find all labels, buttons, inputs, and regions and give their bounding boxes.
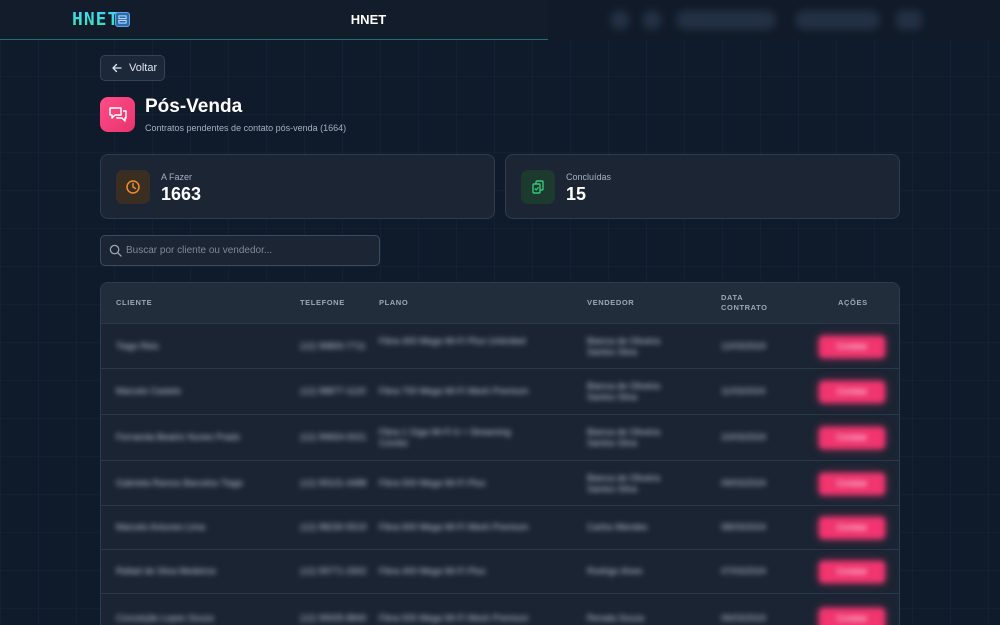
cell-data-contrato: 10/03/2024 bbox=[721, 432, 767, 442]
contracts-table: CLIENTE TELEFONE PLANO VENDEDOR DATA CON… bbox=[100, 282, 900, 625]
cell-cliente: Gabriela Ramos Barcelos Tiago bbox=[116, 478, 244, 488]
cell-telefone: (12) 98877-1120 bbox=[300, 386, 366, 396]
table-row[interactable]: Tiago Reis (12) 99800-7711 Fibra 400 Mega … bbox=[101, 323, 899, 368]
cell-cliente: Conceição Lopes Souza bbox=[116, 613, 214, 623]
table-row[interactable]: Gabriela Ramos Barcelos Tiago (12) 99101-… bbox=[101, 460, 899, 505]
table-row[interactable]: Marcelo Castelo (12) 98877-1120 Fibra 700 … bbox=[101, 368, 899, 414]
contact-button[interactable]: Contatar bbox=[819, 427, 885, 449]
contact-button[interactable]: Contatar bbox=[819, 561, 885, 583]
table-row[interactable]: Conceição Lopes Souza (12) 99005-8840 Fibr… bbox=[101, 593, 899, 625]
copy-check-icon bbox=[521, 170, 555, 204]
back-button-label: Voltar bbox=[129, 62, 158, 74]
contact-button[interactable]: Contatar bbox=[819, 381, 885, 403]
contact-button[interactable]: Contatar bbox=[819, 608, 885, 625]
cell-vendedor: Carlos Mendes bbox=[587, 522, 648, 532]
page-subtitle: Contratos pendentes de contato pós-venda… bbox=[145, 123, 347, 133]
cell-plano: Fibra 500 Mega Wi-Fi Mesh Premium bbox=[379, 613, 529, 623]
cell-data-contrato: 08/03/2024 bbox=[721, 522, 767, 532]
cell-vendedor: Bianca de Oliveira Santos Silva bbox=[587, 427, 661, 448]
cell-vendedor: Bianca de Oliveira Santos Silva bbox=[587, 381, 661, 402]
cell-data-contrato: 12/03/2024 bbox=[721, 341, 767, 351]
cell-telefone: (12) 99101-4488 bbox=[300, 478, 367, 488]
contact-button[interactable]: Contatar bbox=[819, 473, 885, 495]
cell-cliente: Tiago Reis bbox=[116, 341, 159, 351]
cell-vendedor: Bianca de Oliveira Santos Silva bbox=[587, 336, 661, 357]
cell-telefone: (12) 99654-0021 bbox=[300, 432, 367, 442]
contact-button[interactable]: Contatar bbox=[819, 336, 885, 358]
clock-icon bbox=[116, 170, 150, 204]
cell-vendedor: Rodrigo Alves bbox=[587, 566, 643, 576]
table-row[interactable]: Fernanda Beatriz Nunes Prado (12) 99654-0… bbox=[101, 414, 899, 460]
cell-cliente: Marcelo Castelo bbox=[116, 386, 182, 396]
column-header-vendedor[interactable]: VENDEDOR bbox=[587, 298, 634, 308]
search-input[interactable] bbox=[126, 236, 376, 265]
column-header-telefone[interactable]: TELEFONE bbox=[300, 298, 345, 308]
cell-data-contrato: 06/03/2024 bbox=[721, 613, 767, 623]
contact-button[interactable]: Contatar bbox=[819, 517, 885, 539]
column-header-data-contrato[interactable]: DATA CONTRATO bbox=[721, 293, 781, 313]
search-box[interactable] bbox=[100, 235, 380, 266]
top-navbar: HNET HNET bbox=[0, 0, 1000, 40]
cell-vendedor: Bianca de Oliveira Santos Silva bbox=[587, 473, 661, 494]
cell-data-contrato: 11/03/2024 bbox=[721, 386, 766, 396]
cell-data-contrato: 09/03/2024 bbox=[721, 478, 767, 488]
table-header: CLIENTE TELEFONE PLANO VENDEDOR DATA CON… bbox=[101, 283, 899, 323]
column-header-cliente[interactable]: CLIENTE bbox=[116, 298, 152, 308]
column-header-plano[interactable]: PLANO bbox=[379, 298, 408, 308]
cell-plano: Fibra 400 Mega Wi-Fi Plus bbox=[379, 566, 486, 576]
cell-plano: Fibra 1 Giga Wi-Fi 6 + Streaming Combo bbox=[379, 427, 511, 448]
back-button[interactable]: Voltar bbox=[100, 55, 165, 81]
table-row[interactable]: Rafael de Silva Medeiros (12) 99771-3302 F… bbox=[101, 549, 899, 593]
column-header-acoes: AÇÕES bbox=[838, 298, 868, 307]
user-toolbar-blurred[interactable] bbox=[600, 8, 1000, 32]
cell-cliente: Marcelo Antunes Lima bbox=[116, 522, 206, 532]
cell-vendedor: Renata Souza bbox=[587, 613, 645, 623]
cell-plano: Fibra 400 Mega Wi-Fi Plus Unlimited bbox=[379, 336, 526, 346]
stat-label: Concluídas bbox=[566, 172, 612, 182]
chat-bubbles-icon bbox=[100, 97, 135, 132]
cell-telefone: (12) 99800-7711 bbox=[300, 341, 366, 351]
cell-data-contrato: 07/03/2024 bbox=[721, 566, 767, 576]
cell-telefone: (12) 99005-8840 bbox=[300, 613, 367, 623]
arrow-left-icon bbox=[112, 63, 122, 73]
cell-cliente: Fernanda Beatriz Nunes Prado bbox=[116, 432, 241, 442]
stat-card-concluidas: Concluídas 15 bbox=[505, 154, 900, 219]
search-icon bbox=[109, 244, 122, 257]
stat-value: 1663 bbox=[161, 184, 202, 204]
page-title: Pós-Venda bbox=[145, 96, 243, 117]
table-row[interactable]: Marcelo Antunes Lima (12) 98230-5519 Fibra… bbox=[101, 505, 899, 549]
stat-label: A Fazer bbox=[161, 172, 193, 182]
cell-plano: Fibra 600 Mega Wi-Fi Mesh Premium bbox=[379, 522, 529, 532]
cell-plano: Fibra 700 Mega Wi-Fi Mesh Premium bbox=[379, 386, 529, 396]
stat-card-a-fazer: A Fazer 1663 bbox=[100, 154, 495, 219]
cell-plano: Fibra 500 Mega Wi-Fi Plus bbox=[379, 478, 486, 488]
cell-cliente: Rafael de Silva Medeiros bbox=[116, 566, 217, 576]
cell-telefone: (12) 99771-3302 bbox=[300, 566, 367, 576]
stat-value: 15 bbox=[566, 184, 587, 204]
cell-telefone: (12) 98230-5519 bbox=[300, 522, 367, 532]
